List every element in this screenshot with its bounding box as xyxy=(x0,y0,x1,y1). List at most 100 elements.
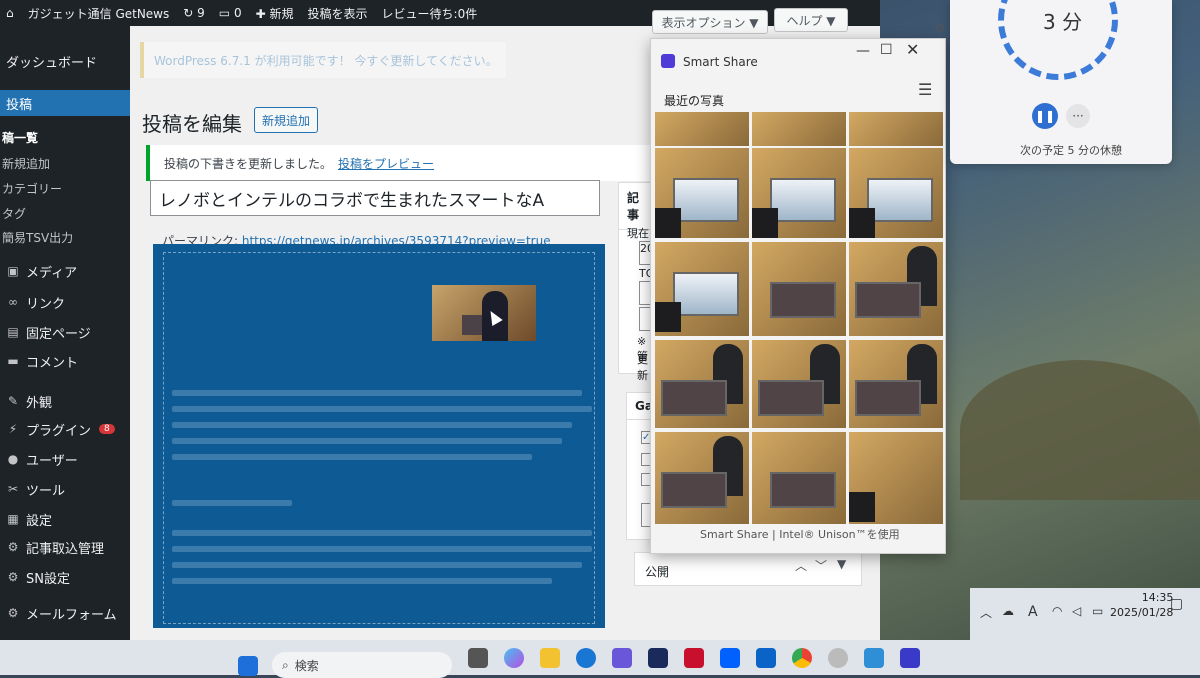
outlook-icon[interactable] xyxy=(756,648,776,668)
settings-gear-icon[interactable]: ⚙ xyxy=(934,22,946,37)
user-icon: ● xyxy=(7,452,19,466)
sidebar-item-sn-settings[interactable]: ⚙ SN設定 xyxy=(0,564,130,590)
site-name[interactable]: ガジェット通信 GetNews xyxy=(28,5,170,22)
next-break-text: 次の予定 5 分の休憩 xyxy=(1020,144,1122,157)
sidebar-item-label: コメント xyxy=(26,355,79,371)
photo-thumbnail[interactable] xyxy=(849,432,943,524)
sidebar-item-mailform[interactable]: ⚙ メールフォーム xyxy=(0,600,130,626)
photo-thumbnail[interactable] xyxy=(752,112,846,146)
new-content-item[interactable]: ✚ 新規 xyxy=(256,5,294,22)
sidebar-sub-add-new[interactable]: 新規追加 xyxy=(0,150,130,176)
photo-thumbnail[interactable] xyxy=(655,340,749,428)
preview-link[interactable]: 投稿をプレビュー xyxy=(338,155,434,172)
lenovo-vantage-icon[interactable] xyxy=(648,648,668,668)
smart-share-taskbar-icon[interactable] xyxy=(900,648,920,668)
editor-text-line xyxy=(172,406,592,412)
sidebar-item-media[interactable]: ▣ メディア xyxy=(0,258,130,284)
publish-box-collapsed[interactable]: 公開 ︿ ﹀ ▼ xyxy=(634,552,862,586)
ime-indicator[interactable]: A xyxy=(1028,604,1038,620)
pause-button[interactable]: ❚❚ xyxy=(1032,103,1058,129)
photo-thumbnail[interactable] xyxy=(655,432,749,524)
start-windows-icon[interactable] xyxy=(238,656,258,676)
taskbar-search-box[interactable]: ⌕ 検索 xyxy=(272,652,452,678)
mcafee-icon[interactable] xyxy=(684,648,704,668)
sidebar-item-pages[interactable]: ▤ 固定ページ xyxy=(0,319,130,345)
sidebar-item-plugins[interactable]: ⚡ プラグイン 8 xyxy=(0,416,130,442)
sidebar-sub-categories[interactable]: カテゴリー xyxy=(0,175,130,201)
sidebar-sub-tags[interactable]: タグ xyxy=(0,200,130,226)
sidebar-item-label: メールフォーム xyxy=(26,607,117,623)
timer-value: 3 分 xyxy=(1043,10,1083,34)
caret-down-icon[interactable]: ▼ xyxy=(837,557,846,571)
brush-icon: ✎ xyxy=(7,394,19,408)
photo-thumbnail[interactable] xyxy=(752,242,846,336)
laptop-closed-shape xyxy=(855,380,921,416)
dragged-photo-thumbnail[interactable] xyxy=(432,285,536,341)
battery-icon[interactable]: ▭ xyxy=(1092,604,1103,618)
chevron-down-icon[interactable]: ﹀ xyxy=(815,557,827,574)
sidebar-item-label: リンク xyxy=(26,296,66,312)
photo-thumbnail[interactable] xyxy=(849,242,943,336)
sidebar-item-settings[interactable]: ▦ 設定 xyxy=(0,506,130,532)
sidebar-item-comments[interactable]: ▬ コメント xyxy=(0,348,130,374)
close-icon[interactable]: ✕ xyxy=(906,40,919,59)
taskbar-clock[interactable]: 14:35 2025/01/28 xyxy=(1110,590,1173,620)
sidebar-item-dashboard[interactable]: ダッシュボード xyxy=(0,48,130,74)
task-view-icon[interactable] xyxy=(468,648,488,668)
home-icon[interactable]: ⌂ xyxy=(6,6,14,20)
sidebar-item-label: タグ xyxy=(2,206,27,221)
photo-thumbnail[interactable] xyxy=(655,112,749,146)
review-pending-item[interactable]: レビュー待ち:0件 xyxy=(382,5,478,22)
sidebar-item-links[interactable]: ∞ リンク xyxy=(0,289,130,315)
photo-thumbnail[interactable] xyxy=(849,112,943,146)
sidebar-sub-all-posts[interactable]: 稿一覧 xyxy=(0,124,130,150)
post-title-input[interactable]: レノボとインテルのコラボで生まれたスマートなA xyxy=(150,180,600,216)
store-icon[interactable] xyxy=(612,648,632,668)
copilot-icon[interactable] xyxy=(504,648,524,668)
view-post-link[interactable]: 投稿を表示 xyxy=(308,5,368,22)
wifi-icon[interactable]: ◠ xyxy=(1052,604,1062,618)
photo-thumbnail[interactable] xyxy=(849,148,943,238)
photo-thumbnail[interactable] xyxy=(655,148,749,238)
photo-thumbnail[interactable] xyxy=(752,432,846,524)
photo-thumbnail[interactable] xyxy=(849,340,943,428)
sidebar-item-label: SN設定 xyxy=(26,571,70,587)
hamburger-menu-icon[interactable]: ☰ xyxy=(918,80,932,99)
sidebar-item-label: プラグイン xyxy=(26,423,92,439)
notepad-icon[interactable] xyxy=(864,648,884,668)
screen-options-button[interactable]: 表示オプション ▼ xyxy=(652,10,768,34)
photo-thumbnail[interactable] xyxy=(655,242,749,336)
clock-app-icon[interactable] xyxy=(828,648,848,668)
photo-thumbnail[interactable] xyxy=(752,148,846,238)
laptop-closed-shape xyxy=(661,380,727,416)
plus-icon: ✚ xyxy=(255,6,266,21)
chevron-up-icon[interactable]: ︿ xyxy=(795,557,807,574)
search-icon: ⌕ xyxy=(282,657,289,672)
volume-icon[interactable]: ◁ xyxy=(1072,604,1081,618)
edge-browser-icon[interactable] xyxy=(576,648,596,668)
sidebar-item-tools[interactable]: ✂ ツール xyxy=(0,476,130,502)
updates-item[interactable]: ↻ 9 xyxy=(183,6,205,20)
sidebar-item-appearance[interactable]: ✎ 外観 xyxy=(0,388,130,414)
chevron-up-icon[interactable]: ︿ xyxy=(980,604,992,621)
add-new-button[interactable]: 新規追加 xyxy=(254,107,318,133)
minimize-icon[interactable]: — xyxy=(856,43,870,59)
sidebar-item-label: 外観 xyxy=(26,395,53,411)
sidebar-item-posts[interactable]: 投稿 xyxy=(0,90,130,116)
comments-item[interactable]: ▭ 0 xyxy=(219,6,242,20)
sidebar-item-import-manager[interactable]: ⚙ 記事取込管理 xyxy=(0,534,130,560)
chrome-icon[interactable] xyxy=(792,648,812,668)
sidebar-item-users[interactable]: ● ユーザー xyxy=(0,446,130,472)
sidebar-item-label: 記事取込管理 xyxy=(26,541,105,557)
help-button[interactable]: ヘルプ ▼ xyxy=(774,8,848,32)
dropbox-icon[interactable] xyxy=(720,648,740,668)
gear-icon: ⚙ xyxy=(7,570,19,584)
notification-icon[interactable]: ▢ xyxy=(1170,596,1183,612)
maximize-icon[interactable]: ☐ xyxy=(880,42,893,58)
photo-thumbnail[interactable] xyxy=(752,340,846,428)
file-explorer-icon[interactable] xyxy=(540,648,560,668)
sidebar-item-label: 固定ページ xyxy=(26,326,91,342)
cloud-icon[interactable]: ☁ xyxy=(1002,604,1014,618)
sidebar-sub-tsv-export[interactable]: 簡易TSV出力 xyxy=(0,224,130,250)
more-options-button[interactable]: ··· xyxy=(1066,104,1090,128)
